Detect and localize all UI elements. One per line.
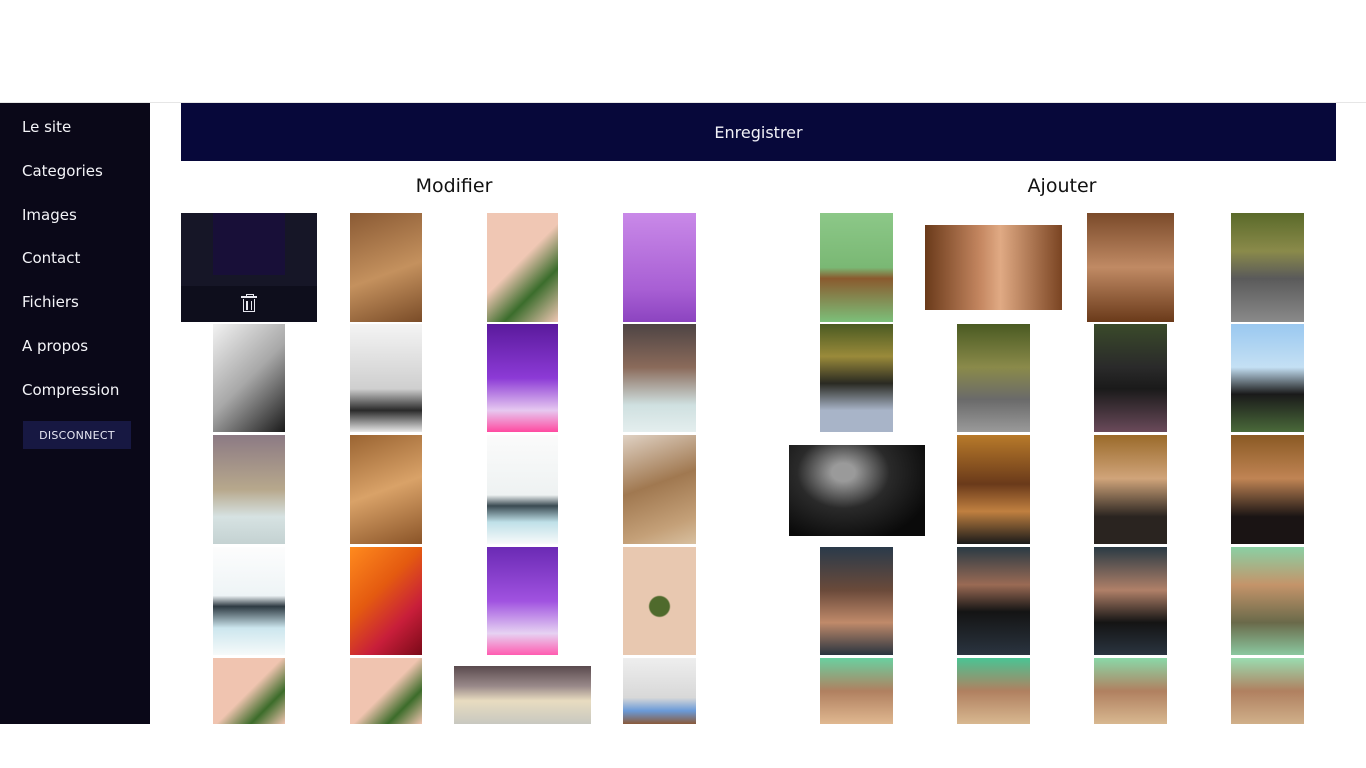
add-image-thumb[interactable] <box>925 225 1062 310</box>
sidebar-item-compression[interactable]: Compression <box>22 381 119 399</box>
modify-image-thumb[interactable] <box>487 213 558 322</box>
add-image-thumb[interactable] <box>957 658 1030 724</box>
sidebar: Le site Categories Images Contact Fichie… <box>0 103 150 724</box>
add-image-thumb[interactable] <box>1231 547 1304 655</box>
selected-image-preview <box>213 213 285 275</box>
modify-image-thumb[interactable] <box>213 658 285 724</box>
add-image-thumb[interactable] <box>1094 547 1167 655</box>
modify-image-thumb[interactable] <box>487 324 558 432</box>
modify-image-thumb[interactable] <box>487 435 558 544</box>
add-image-thumb[interactable] <box>1087 213 1174 322</box>
add-image-thumb[interactable] <box>957 435 1030 544</box>
add-image-thumb[interactable] <box>789 445 925 536</box>
disconnect-button[interactable]: DISCONNECT <box>23 421 131 449</box>
add-image-thumb[interactable] <box>1231 435 1304 544</box>
delete-image-button[interactable] <box>181 286 317 322</box>
add-image-thumb[interactable] <box>820 213 893 322</box>
add-image-thumb[interactable] <box>1231 213 1304 322</box>
modify-image-thumb[interactable] <box>350 658 422 724</box>
modify-image-thumb[interactable] <box>623 547 696 655</box>
add-image-thumb[interactable] <box>1231 324 1304 432</box>
selected-image-overlay <box>181 213 317 322</box>
add-section-title: Ajouter <box>1027 175 1097 197</box>
modify-image-thumb[interactable] <box>213 435 285 544</box>
sidebar-item-le-site[interactable]: Le site <box>22 118 71 136</box>
modify-image-thumb[interactable] <box>454 666 591 724</box>
add-image-thumb[interactable] <box>1094 435 1167 544</box>
add-image-thumb[interactable] <box>957 324 1030 432</box>
sidebar-item-contact[interactable]: Contact <box>22 249 80 267</box>
sidebar-item-fichiers[interactable]: Fichiers <box>22 293 79 311</box>
add-image-thumb[interactable] <box>820 547 893 655</box>
modify-image-thumb[interactable] <box>623 213 696 322</box>
modify-image-thumb[interactable] <box>350 213 422 322</box>
add-image-thumb[interactable] <box>820 324 893 432</box>
modify-image-thumb[interactable] <box>350 324 422 432</box>
modify-image-thumb[interactable] <box>623 658 696 724</box>
trash-icon <box>241 294 257 313</box>
add-image-thumb[interactable] <box>957 547 1030 655</box>
save-button[interactable]: Enregistrer <box>181 103 1336 161</box>
modify-image-thumb[interactable] <box>213 547 285 655</box>
add-image-thumb[interactable] <box>1094 658 1167 724</box>
modify-section-title: Modifier <box>415 175 493 197</box>
add-image-thumb[interactable] <box>1231 658 1304 724</box>
modify-image-thumb[interactable] <box>623 435 696 544</box>
modify-image-thumb[interactable] <box>350 435 422 544</box>
modify-image-thumb[interactable] <box>213 324 285 432</box>
sidebar-item-a-propos[interactable]: A propos <box>22 337 88 355</box>
add-image-thumb[interactable] <box>820 658 893 724</box>
modify-image-thumb[interactable] <box>350 547 422 655</box>
modify-image-thumb[interactable] <box>487 547 558 655</box>
add-image-thumb[interactable] <box>1094 324 1167 432</box>
modify-image-thumb[interactable] <box>623 324 696 432</box>
sidebar-item-categories[interactable]: Categories <box>22 162 103 180</box>
sidebar-item-images[interactable]: Images <box>22 206 77 224</box>
